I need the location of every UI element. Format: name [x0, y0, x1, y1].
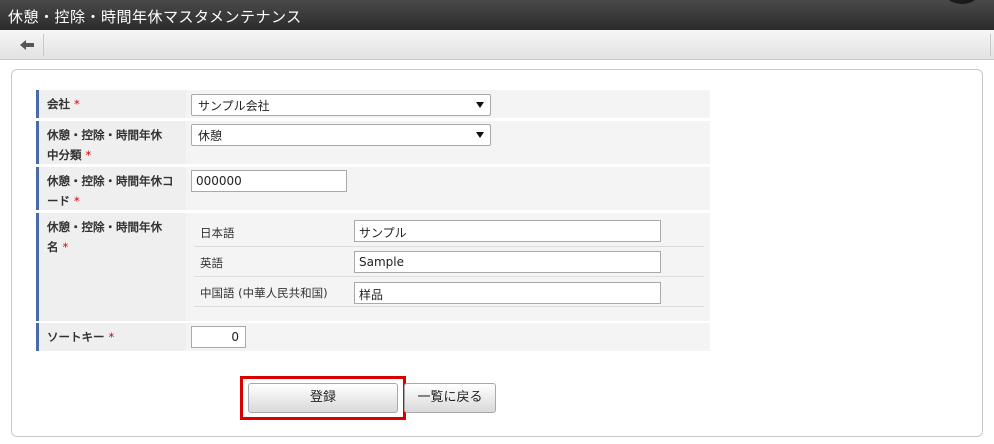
back-to-list-button[interactable]: 一覧に戻る — [404, 383, 496, 413]
company-label: 会社 * — [36, 90, 184, 118]
lang-label-ja: 日本語 — [200, 226, 235, 240]
chevron-down-icon — [476, 132, 484, 138]
name-zh-input[interactable]: 样品 — [354, 282, 661, 304]
name-en-input[interactable]: Sample — [354, 251, 661, 273]
back-button[interactable] — [12, 34, 44, 56]
category-label: 休憩・控除・時間年休 中分類 * — [36, 121, 184, 164]
code-label: 休憩・控除・時間年休コ ード * — [36, 167, 184, 210]
sort-key-value-cell: 0 — [186, 323, 710, 351]
company-selected: サンプル会社 — [198, 99, 270, 113]
company-select[interactable]: サンプル会社 — [191, 94, 491, 116]
toolbar — [0, 30, 994, 60]
title-bar: 休憩・控除・時間年休マスタメンテナンス — [0, 0, 994, 30]
category-select[interactable]: 休憩 — [191, 124, 491, 146]
user-menu-corner[interactable] — [944, 0, 980, 4]
category-selected: 休憩 — [198, 129, 223, 143]
required-mark: * — [74, 194, 80, 208]
name-language-table: 日本語 サンプル 英語 Sample 中国語 (中華人民共和国) 样品 — [194, 217, 704, 309]
row-company: 会社 * サンプル会社 — [36, 90, 710, 118]
lang-label-en: 英語 — [200, 256, 223, 270]
lang-row-en: 英語 Sample — [194, 247, 704, 277]
required-mark: * — [62, 240, 69, 254]
required-mark: * — [85, 148, 92, 162]
code-value-cell: 000000 — [186, 167, 710, 210]
lang-label-zh: 中国語 (中華人民共和国) — [200, 286, 328, 300]
name-value-cell: 日本語 サンプル 英語 Sample 中国語 (中華人民共和国) 样品 — [186, 213, 710, 321]
name-label: 休憩・控除・時間年休 名 * — [36, 213, 184, 321]
lang-row-ja: 日本語 サンプル — [194, 217, 704, 247]
page-title: 休憩・控除・時間年休マスタメンテナンス — [8, 8, 302, 26]
lang-row-zh: 中国語 (中華人民共和国) 样品 — [194, 277, 704, 307]
arrow-left-icon — [20, 40, 34, 50]
toolbar-divider — [990, 34, 991, 56]
row-sort-key: ソートキー * 0 — [36, 323, 710, 351]
company-value-cell: サンプル会社 — [186, 90, 710, 118]
row-code: 休憩・控除・時間年休コ ード * 000000 — [36, 167, 710, 210]
row-name: 休憩・控除・時間年休 名 * 日本語 サンプル 英語 Sample 中国語 (中… — [36, 213, 710, 321]
sort-key-label: ソートキー * — [36, 323, 184, 351]
required-mark: * — [108, 330, 115, 344]
name-ja-input[interactable]: サンプル — [354, 220, 661, 242]
register-button[interactable]: 登録 — [248, 383, 398, 413]
row-category: 休憩・控除・時間年休 中分類 * 休憩 — [36, 121, 710, 164]
required-mark: * — [74, 97, 80, 111]
category-value-cell: 休憩 — [186, 121, 710, 164]
code-input[interactable]: 000000 — [191, 170, 347, 192]
sort-key-input[interactable]: 0 — [191, 326, 246, 348]
chevron-down-icon — [476, 102, 484, 108]
